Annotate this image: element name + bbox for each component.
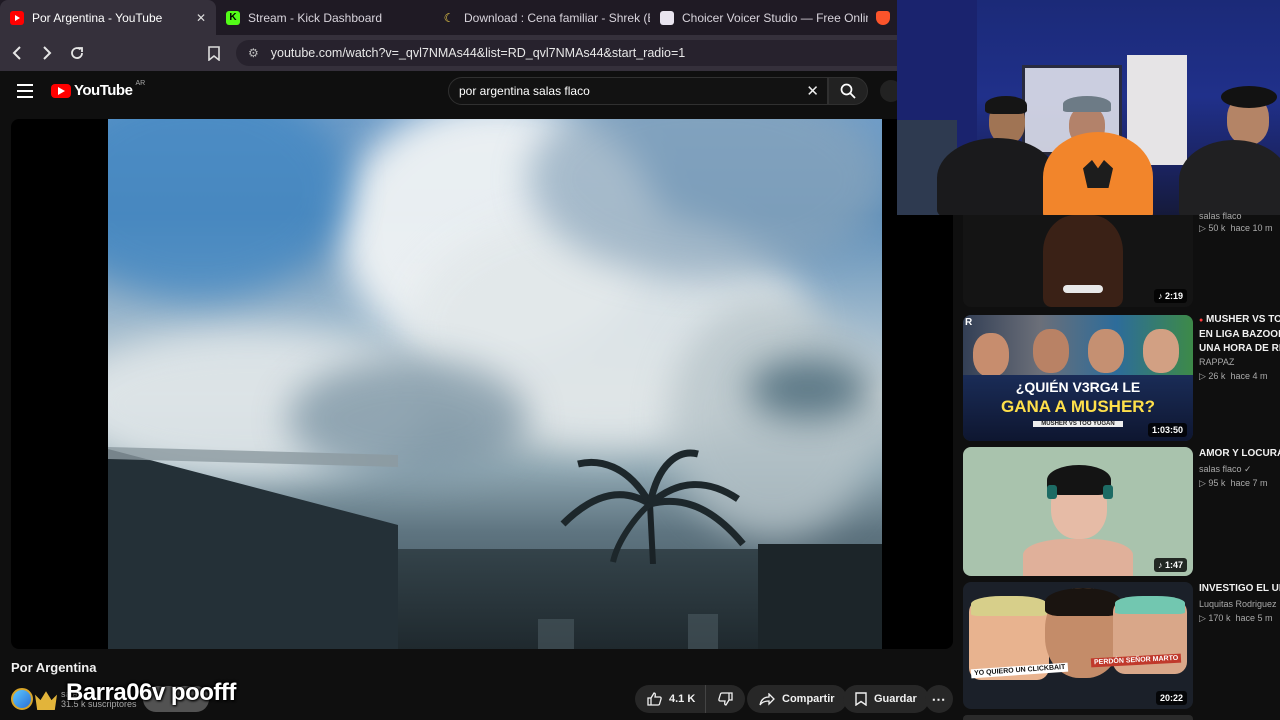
like-count: 4.1 K	[669, 693, 696, 705]
video-title[interactable]: INVESTIGO EL UNI	[1199, 582, 1280, 596]
site-settings-icon[interactable]: ⚙	[248, 46, 259, 60]
bookmark-icon[interactable]	[205, 44, 223, 62]
tab-title: Por Argentina - YouTube	[32, 10, 163, 25]
thumbnail-caption: MUSHER VS TOO YUGAN	[1033, 421, 1123, 427]
forward-icon[interactable]	[34, 40, 60, 66]
tab-youtube[interactable]: Por Argentina - YouTube ✕	[0, 0, 216, 35]
channel-name[interactable]: salas flaco ✓	[1199, 464, 1252, 475]
youtube-favicon-icon	[10, 10, 24, 25]
recommendation-item[interactable]: YO QUIERO UN CLICKBAIT PERDÓN SEÑOR MART…	[963, 582, 1280, 710]
search-query: por argentina salas flaco	[459, 84, 590, 98]
recommendation-item[interactable]: ♪ 1:47 AMOR Y LOCURA salas flaco ✓ ▷ 95 …	[963, 447, 1280, 577]
browser-tab-strip: Por Argentina - YouTube ✕ K Stream - Kic…	[0, 0, 898, 35]
tab-title: Download : Cena familiar - Shrek (Esp	[464, 10, 650, 25]
tab-title: Stream - Kick Dashboard	[248, 10, 383, 25]
video-title[interactable]: ● MUSHER VS TO EN LIGA BAZOOKA UNA HORA …	[1199, 313, 1280, 356]
video-thumbnail[interactable]: ♪ 1:47	[963, 447, 1193, 576]
dislike-button[interactable]	[705, 685, 746, 713]
search-button[interactable]	[828, 77, 868, 105]
country-code: AR	[135, 80, 146, 87]
tab-download[interactable]: ☾ Download : Cena familiar - Shrek (Esp	[432, 0, 650, 35]
recommendation-item[interactable]: ¿QUIÉN V3RG4 LE GANA A MUSHER? MUSHER VS…	[963, 313, 1280, 443]
channel-avatar[interactable]	[11, 688, 33, 710]
recommendations-sidebar: ♪ 2:19 salas flaco ▷ 50 k hace 10 m ¿QUI…	[963, 211, 1280, 720]
channel-name[interactable]: salas flaco	[1199, 211, 1242, 221]
screen: Por Argentina - YouTube ✕ K Stream - Kic…	[0, 0, 1280, 720]
video-thumbnail[interactable]: YO QUIERO UN CLICKBAIT PERDÓN SEÑOR MART…	[963, 582, 1193, 709]
thumbnail-text: GANA A MUSHER?	[1001, 397, 1155, 416]
video-thumbnail[interactable]: ¿QUIÉN V3RG4 LE GANA A MUSHER? MUSHER VS…	[963, 315, 1193, 441]
tab-kick[interactable]: K Stream - Kick Dashboard	[216, 0, 432, 35]
video-thumbnail[interactable]: ♪ 2:19	[963, 215, 1193, 307]
video-duration: ♪ 2:19	[1153, 289, 1187, 303]
video-duration: ♪ 1:47	[1153, 558, 1187, 572]
thumbs-up-icon	[647, 692, 662, 706]
stream-overlay-text: Barra06v poofff	[66, 679, 236, 706]
thumbnail-text: ¿QUIÉN V3RG4 LE	[1015, 379, 1141, 395]
save-icon	[855, 692, 867, 706]
save-button[interactable]: Guardar	[843, 685, 929, 713]
address-bar-row: ⚙ youtube.com/watch?v=_qvl7NMAs44&list=R…	[0, 35, 898, 71]
crown-icon	[35, 691, 57, 710]
share-icon	[759, 692, 775, 706]
youtube-logo[interactable]: YouTube AR	[51, 80, 146, 99]
more-options-icon[interactable]: ⋯	[925, 685, 953, 713]
share-button[interactable]: Compartir	[747, 685, 847, 713]
video-stats: ▷ 170 k hace 5 m	[1199, 613, 1273, 623]
brave-icon[interactable]	[868, 0, 898, 35]
channel-name[interactable]: Luquitas Rodriguez ✓	[1199, 599, 1280, 610]
back-icon[interactable]	[4, 40, 30, 66]
video-stats: ▷ 95 k hace 7 m	[1199, 478, 1268, 488]
clear-search-icon[interactable]: ✕	[806, 82, 819, 100]
video-title: Por Argentina	[11, 660, 97, 675]
next-thumbnail-edge	[963, 715, 1193, 720]
menu-icon[interactable]	[17, 84, 33, 98]
tab-choicer[interactable]: Choicer Voicer Studio — Free Online	[650, 0, 868, 35]
thumbs-down-icon	[718, 692, 733, 706]
video-duration: 1:03:50	[1147, 423, 1187, 437]
webcam-feed	[897, 0, 1280, 215]
channel-name[interactable]: RAPPAZ	[1199, 357, 1234, 367]
save-label: Guardar	[874, 693, 917, 705]
video-title[interactable]: AMOR Y LOCURA	[1199, 447, 1280, 461]
kick-favicon-icon: K	[226, 10, 240, 25]
video-player[interactable]	[11, 119, 953, 649]
palm-tree	[560, 449, 746, 564]
url-text: youtube.com/watch?v=_qvl7NMAs44&list=RD_…	[270, 46, 686, 60]
tab-close-icon[interactable]: ✕	[196, 11, 206, 25]
banana-favicon-icon: ☾	[443, 10, 455, 25]
youtube-play-icon	[51, 83, 71, 98]
video-stats: ▷ 26 k hace 4 m	[1199, 371, 1268, 381]
choicer-favicon-icon	[660, 10, 674, 25]
youtube-header: YouTube AR por argentina salas flaco ✕	[0, 71, 902, 113]
share-label: Compartir	[782, 693, 835, 705]
reload-icon[interactable]	[64, 40, 90, 66]
recommendation-item[interactable]: ♪ 2:19 salas flaco ▷ 50 k hace 10 m	[963, 211, 1280, 310]
logo-text: YouTube	[74, 82, 133, 99]
video-frame	[108, 119, 882, 649]
search-input[interactable]: por argentina salas flaco ✕	[448, 77, 828, 105]
search-icon	[840, 83, 856, 99]
like-button[interactable]: 4.1 K	[635, 685, 706, 713]
video-duration: 20:22	[1155, 691, 1187, 705]
tab-title: Choicer Voicer Studio — Free Online	[682, 10, 868, 25]
url-field[interactable]: ⚙ youtube.com/watch?v=_qvl7NMAs44&list=R…	[236, 40, 898, 66]
video-stats: ▷ 50 k hace 10 m	[1199, 223, 1273, 233]
